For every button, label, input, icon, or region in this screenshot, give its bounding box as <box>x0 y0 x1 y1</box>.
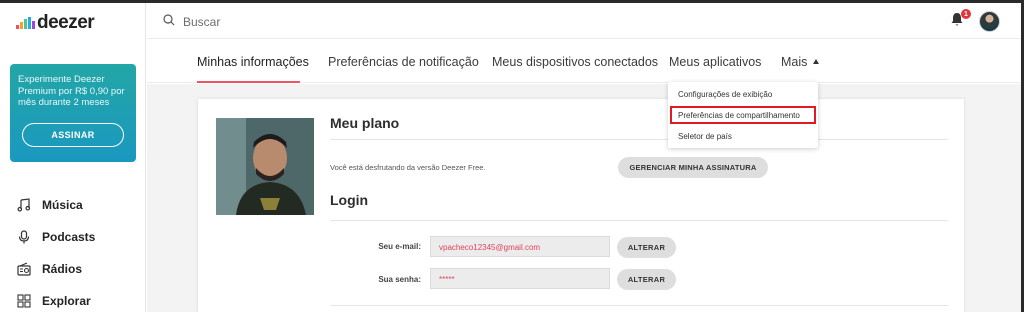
sidebar-item-label: Música <box>42 198 83 212</box>
sidebar-item-label: Rádios <box>42 262 83 276</box>
search-input[interactable] <box>183 15 483 29</box>
tab-connected-devices[interactable]: Meus dispositivos conectados <box>492 55 658 69</box>
menu-item-sharing-preferences[interactable]: Preferências de compartilhamento <box>678 111 800 120</box>
email-field[interactable]: vpacheco12345@gmail.com <box>430 236 610 257</box>
tab-my-information[interactable]: Minhas informações <box>197 55 309 69</box>
plan-description: Você está desfrutando da versão Deezer F… <box>330 163 486 172</box>
divider <box>330 139 948 140</box>
search-box <box>163 13 483 31</box>
subscribe-button[interactable]: ASSINAR <box>22 123 124 147</box>
sidebar-item-explore[interactable]: Explorar <box>16 285 95 312</box>
sidebar-item-music[interactable]: Música <box>16 189 95 221</box>
more-dropdown-menu: Configurações de exibição Preferências d… <box>668 82 818 148</box>
manage-subscription-button[interactable]: GERENCIAR MINHA ASSINATURA <box>618 157 768 178</box>
password-label: Sua senha: <box>378 275 421 284</box>
notifications-button[interactable]: 1 <box>950 9 971 30</box>
active-tab-indicator <box>197 81 300 83</box>
top-bar: 1 <box>147 3 1021 39</box>
change-password-button[interactable]: ALTERAR <box>617 269 676 290</box>
password-field[interactable]: ***** <box>430 268 610 289</box>
settings-tabs: Minhas informações Preferências de notif… <box>147 39 1021 83</box>
menu-item-country-selector[interactable]: Seletor de país <box>678 132 732 141</box>
email-label: Seu e-mail: <box>378 242 421 251</box>
sidebar-item-label: Podcasts <box>42 230 96 244</box>
user-avatar[interactable] <box>979 11 1000 32</box>
tab-more-label: Mais <box>781 55 808 69</box>
promo-text: Experimente Deezer Premium por R$ 0,90 p… <box>18 74 125 108</box>
sidebar-nav: Música Podcasts Rádios Explorar <box>16 189 95 312</box>
deezer-logo[interactable]: deezer <box>16 12 95 33</box>
login-heading: Login <box>330 192 369 208</box>
divider <box>330 305 948 306</box>
caret-up-icon <box>813 59 820 64</box>
divider <box>330 220 948 221</box>
sidebar: deezer Experimente Deezer Premium por R$… <box>0 3 146 312</box>
search-icon <box>163 13 175 31</box>
sidebar-item-podcasts[interactable]: Podcasts <box>16 221 95 253</box>
profile-photo[interactable] <box>216 118 314 215</box>
sidebar-item-radios[interactable]: Rádios <box>16 253 95 285</box>
change-email-button[interactable]: ALTERAR <box>617 237 676 258</box>
menu-item-display-settings[interactable]: Configurações de exibição <box>678 90 772 99</box>
premium-promo-card: Experimente Deezer Premium por R$ 0,90 p… <box>10 64 136 162</box>
tab-more[interactable]: Mais <box>781 55 820 69</box>
equalizer-logo-icon <box>16 17 35 29</box>
grid-icon <box>16 293 32 309</box>
music-note-icon <box>16 197 32 213</box>
sidebar-item-label: Explorar <box>42 294 91 308</box>
profile-picture-image <box>216 118 314 215</box>
logo-text: deezer <box>37 12 95 33</box>
notification-badge: 1 <box>961 9 971 19</box>
plan-heading: Meu plano <box>330 115 400 131</box>
radio-icon <box>16 261 32 277</box>
tab-notification-preferences[interactable]: Preferências de notificação <box>328 55 479 69</box>
tab-my-apps[interactable]: Meus aplicativos <box>669 55 761 69</box>
microphone-icon <box>16 229 32 245</box>
